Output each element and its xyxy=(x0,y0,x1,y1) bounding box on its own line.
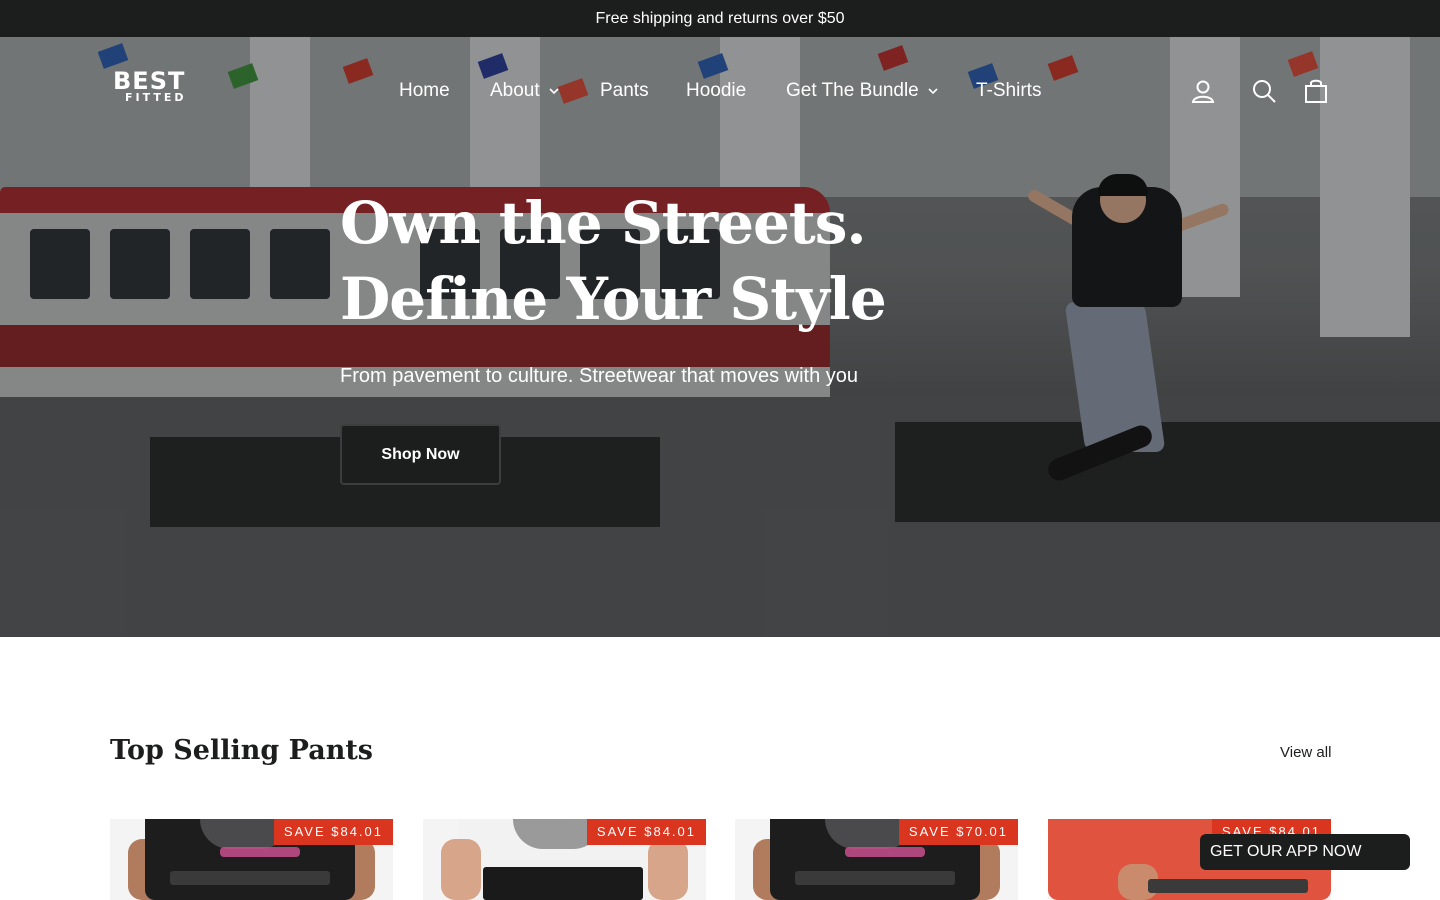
nav-item-home[interactable]: Home xyxy=(399,78,450,104)
cart-icon[interactable] xyxy=(1303,78,1329,104)
announcement-text: Free shipping and returns over $50 xyxy=(595,9,845,27)
shop-now-button[interactable]: Shop Now xyxy=(340,424,501,485)
nav-label: Get The Bundle xyxy=(786,80,919,101)
nav-label: T-Shirts xyxy=(976,80,1042,101)
hero-banner xyxy=(0,37,1440,637)
nav-item-t-shirts[interactable]: T-Shirts xyxy=(976,78,1041,104)
sale-badge: SAVE $84.01 xyxy=(586,819,706,845)
hero-subtitle: From pavement to culture. Streetwear tha… xyxy=(340,365,858,387)
section-title: Top Selling Pants xyxy=(110,735,374,766)
main-nav: Home About Pants Hoodie Get The Bundle T… xyxy=(0,78,1440,106)
view-all-link[interactable]: View all xyxy=(1280,744,1331,761)
announcement-bar: Free shipping and returns over $50 xyxy=(0,0,1440,37)
get-app-button[interactable]: GET OUR APP NOW xyxy=(1200,834,1410,870)
chevron-down-icon xyxy=(549,88,559,95)
sale-badge: SAVE $84.01 xyxy=(273,819,393,845)
nav-item-pants[interactable]: Pants xyxy=(600,78,649,104)
product-card[interactable]: SAVE $84.01 xyxy=(423,819,706,900)
product-card[interactable]: SAVE $84.01 xyxy=(110,819,393,900)
nav-item-about[interactable]: About xyxy=(490,78,560,104)
sale-badge: SAVE $70.01 xyxy=(898,819,1018,845)
search-icon[interactable] xyxy=(1251,78,1277,104)
nav-item-hoodie[interactable]: Hoodie xyxy=(686,78,746,104)
nav-label: About xyxy=(490,80,540,101)
nav-label: Hoodie xyxy=(686,80,747,101)
product-card[interactable]: SAVE $70.01 xyxy=(735,819,1018,900)
nav-label: Pants xyxy=(600,80,649,101)
account-icon[interactable] xyxy=(1190,78,1216,104)
chevron-down-icon xyxy=(928,88,938,95)
hero-title: Own the Streets. Define Your Style xyxy=(340,189,887,333)
nav-label: Home xyxy=(399,80,450,101)
nav-item-get-the-bundle[interactable]: Get The Bundle xyxy=(786,78,939,104)
